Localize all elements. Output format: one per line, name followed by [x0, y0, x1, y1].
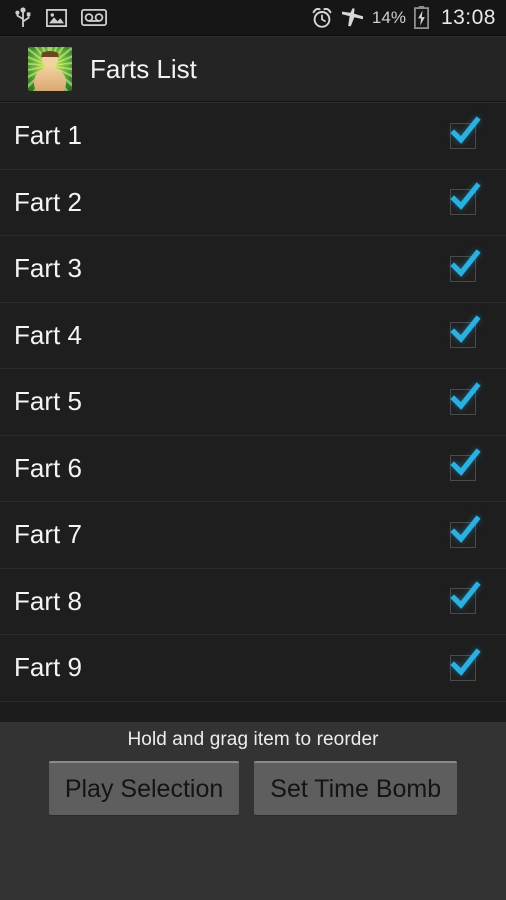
status-bar: 14% 13:08: [0, 0, 506, 36]
alarm-icon: [311, 7, 333, 29]
battery-percent-label: 14%: [371, 7, 406, 27]
status-bar-clock: 13:08: [440, 5, 496, 29]
reorder-hint-label: Hold and grag item to reorder: [127, 729, 379, 750]
checkmark-icon: [450, 116, 481, 144]
checkmark-icon: [450, 315, 481, 344]
farts-list[interactable]: Fart 1 Fart 2 Fart 3 Fart 4 Fart 5 Fart …: [0, 103, 506, 722]
list-item[interactable]: Fart 9: [0, 635, 506, 702]
checkmark-icon: [450, 182, 481, 211]
list-item-checkbox[interactable]: [450, 382, 481, 415]
checkmark-icon: [450, 648, 481, 676]
image-icon: [46, 8, 67, 27]
usb-icon: [14, 6, 32, 29]
list-item-checkbox[interactable]: [450, 581, 481, 615]
action-button-row: Play Selection Set Time Bomb: [0, 761, 506, 815]
list-item-label: Fart 9: [14, 652, 82, 683]
list-item-checkbox[interactable]: [450, 182, 481, 216]
list-item[interactable]: Fart 3: [0, 236, 506, 303]
airplane-mode-icon: [341, 7, 364, 29]
list-item-checkbox[interactable]: [450, 315, 481, 349]
list-item[interactable]: Fart 8: [0, 568, 506, 635]
list-item-label: Fart 4: [14, 319, 82, 350]
checkmark-icon: [450, 249, 481, 277]
battery-charging-icon: [413, 6, 429, 29]
app-icon-fat-man: [28, 47, 72, 91]
checkmark-icon: [450, 382, 481, 410]
list-item-checkbox[interactable]: [450, 515, 481, 548]
list-item-label: Fart 3: [14, 253, 82, 284]
set-time-bomb-button[interactable]: Set Time Bomb: [254, 761, 458, 815]
list-item-label: Fart 5: [14, 386, 82, 417]
app-screen: 14% 13:08 Farts List Fart 1 Fart 2 Fart …: [0, 0, 506, 900]
list-item-checkbox[interactable]: [450, 249, 481, 282]
list-item-label: Fart 2: [14, 186, 82, 217]
list-item-checkbox[interactable]: [450, 116, 481, 149]
checkmark-icon: [450, 581, 481, 610]
list-item[interactable]: Fart 4: [0, 302, 506, 369]
page-title: Farts List: [90, 53, 197, 84]
list-item[interactable]: Fart 7: [0, 502, 506, 569]
checkmark-icon: [450, 448, 481, 477]
app-header: Farts List: [0, 37, 506, 102]
list-item[interactable]: Fart 6: [0, 435, 506, 502]
list-item[interactable]: Fart 2: [0, 169, 506, 236]
checkmark-icon: [450, 515, 481, 543]
status-bar-left-icons: [14, 6, 107, 29]
list-item[interactable]: Fart 5: [0, 369, 506, 436]
bottom-action-panel: Hold and grag item to reorder Play Selec…: [0, 722, 506, 900]
list-item-label: Fart 6: [14, 452, 82, 483]
list-item-label: Fart 8: [14, 585, 82, 616]
list-item-label: Fart 1: [14, 120, 82, 151]
list-item-checkbox[interactable]: [450, 648, 481, 681]
list-item-checkbox[interactable]: [450, 448, 481, 482]
list-item-label: Fart 7: [14, 519, 82, 550]
voicemail-icon: [81, 9, 107, 26]
play-selection-button[interactable]: Play Selection: [48, 761, 240, 815]
status-bar-right-icons: 14% 13:08: [311, 6, 496, 30]
list-item[interactable]: Fart 1: [0, 103, 506, 170]
